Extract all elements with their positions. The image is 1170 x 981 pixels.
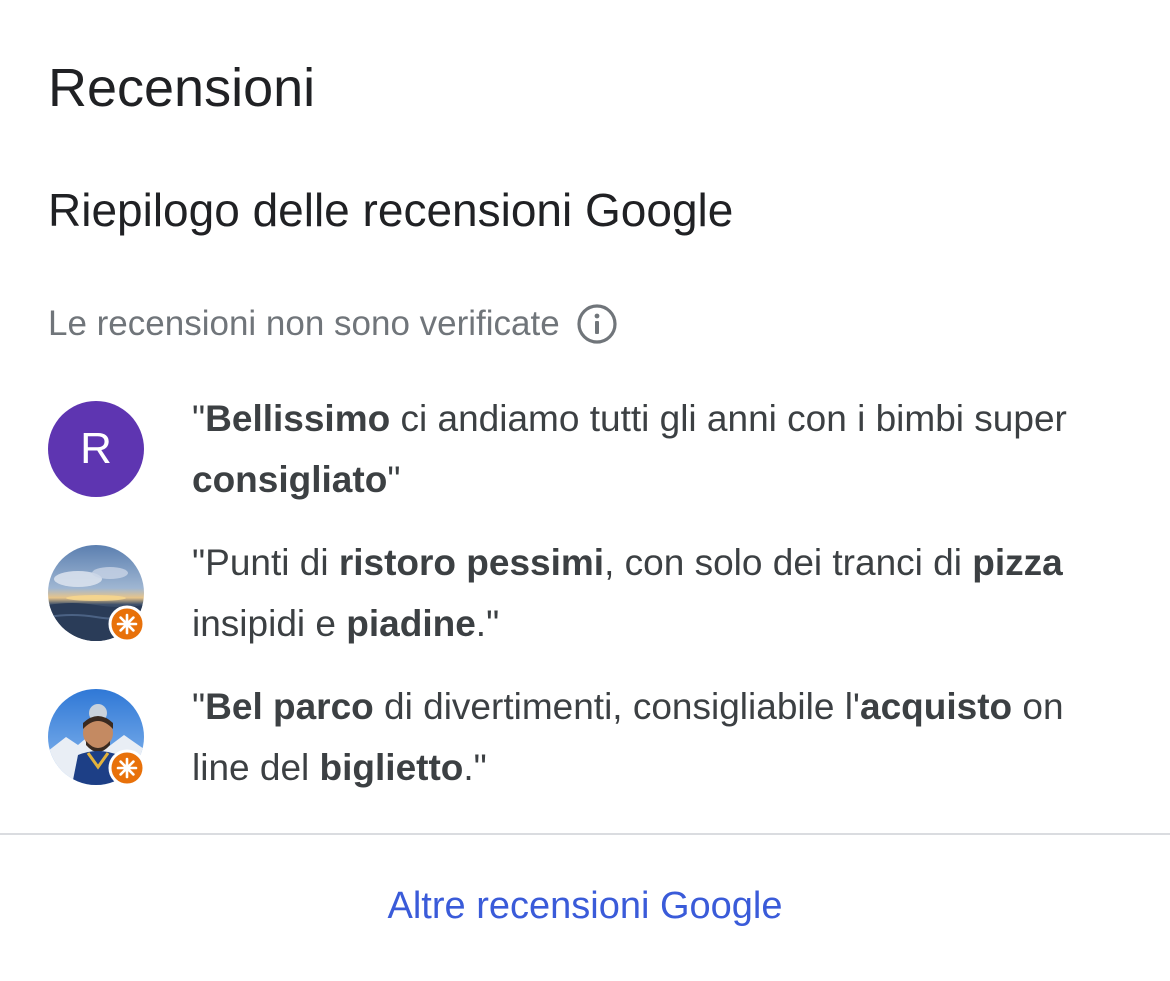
divider [0,833,1170,835]
review-highlight: Bel parco [205,686,374,727]
review-snippet: "Bellissimo ci andiamo tutti gli anni co… [192,388,1112,510]
review-highlight: acquisto [860,686,1013,727]
review-text-segment: insipidi e [192,603,347,644]
reviews-panel: Recensioni Riepilogo delle recensioni Go… [0,0,1170,981]
review-text-segment: " [192,686,206,727]
local-guide-badge-icon [108,605,146,643]
review-snippet: "Punti di ristoro pessimi, con solo dei … [192,532,1112,654]
review-text-segment: " [192,398,206,439]
review-text-segment: , con solo dei tranci di [604,542,973,583]
avatar [48,545,146,643]
review-item[interactable]: "Bel parco di divertimenti, consigliabil… [48,676,1128,798]
review-item[interactable]: "Punti di ristoro pessimi, con solo dei … [48,532,1128,654]
review-snippet: "Bel parco di divertimenti, consigliabil… [192,676,1112,798]
more-reviews-link-label: Altre recensioni Google [387,885,783,927]
more-reviews-link[interactable]: Altre recensioni Google [0,878,1170,934]
review-highlight: ristoro pessimi [338,542,605,583]
review-text-segment: "Punti di [192,542,339,583]
avatar-letter: R [80,424,112,473]
avatar [48,689,146,787]
review-text-segment: ci andiamo tutti gli anni con i bimbi su… [390,398,1067,439]
local-guide-badge-icon [108,749,146,787]
review-highlight: piadine [346,603,476,644]
info-icon[interactable] [576,303,618,345]
reviews-summary-heading: Riepilogo delle recensioni Google [48,184,734,236]
page-title: Recensioni [48,58,316,118]
review-highlight: pizza [972,542,1063,583]
review-highlight: Bellissimo [205,398,391,439]
review-text-segment: ." [463,747,487,788]
review-highlight: biglietto [319,747,464,788]
review-text-segment: ." [475,603,500,644]
review-text-segment: " [387,459,401,500]
review-highlight: consigliato [192,459,388,500]
unverified-notice-text: Le recensioni non sono verificate [48,304,560,343]
review-text-segment: di divertimenti, consigliabile l' [373,686,860,727]
review-item[interactable]: R "Bellissimo ci andiamo tutti gli anni … [48,388,1128,510]
avatar: R [48,401,144,497]
unverified-notice: Le recensioni non sono verificate [48,300,618,348]
